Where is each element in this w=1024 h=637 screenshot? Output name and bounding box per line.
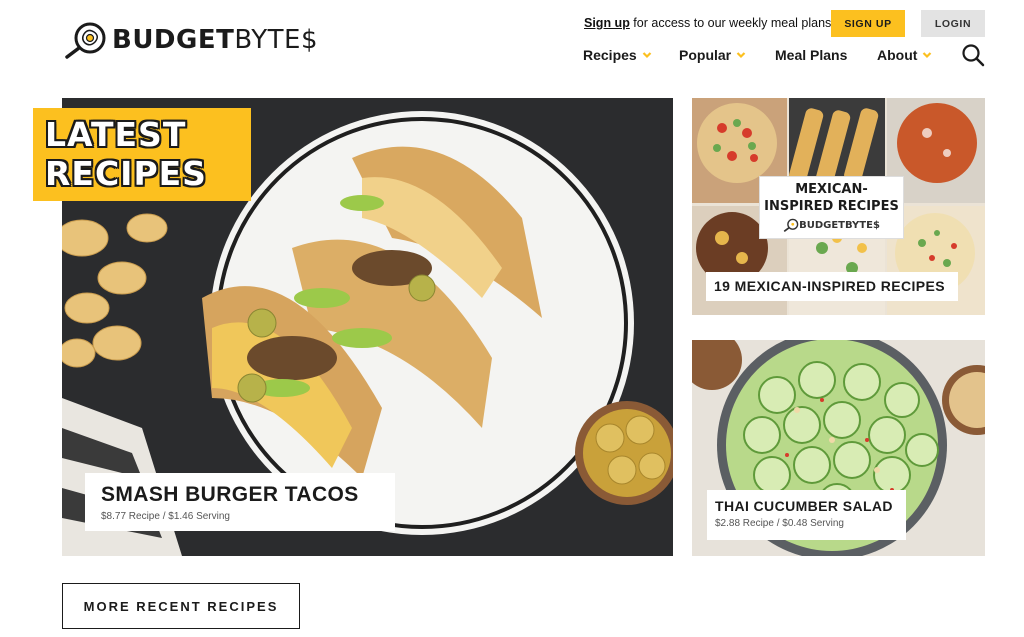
mexican-collection-overlay: MEXICAN- INSPIRED RECIPES BUDGETBYTE$ [759,176,904,239]
logo-wordmark: BUDGETBYTE$ [112,25,318,55]
logo-wordmark-light: BYTE$ [234,25,319,55]
featured-recipe-title: SMASH BURGER TACOS [101,483,359,506]
signup-button[interactable]: SIGN UP [831,10,905,37]
chevron-down-icon [642,52,651,59]
chevron-down-icon [736,52,746,59]
mexican-recipes-title: 19 MEXICAN-INSPIRED RECIPES [714,278,945,294]
overlay-brand: BUDGETBYTE$ [760,218,903,232]
nav-item-label: Meal Plans [775,47,848,63]
signup-promo-text: for access to our weekly meal plans [629,16,832,30]
nav-item-label: Popular [679,47,732,63]
overlay-line-1: MEXICAN- [795,182,868,197]
nav-item-recipes[interactable]: Recipes [583,46,652,64]
frying-pan-egg-icon [65,22,106,59]
more-recent-recipes-button[interactable]: MORE RECENT RECIPES [62,583,300,629]
overlay-line-2: INSPIRED RECIPES [764,199,899,214]
featured-recipe-cost: $8.77 Recipe / $1.46 Serving [101,511,230,522]
thai-cucumber-salad-cost: $2.88 Recipe / $0.48 Serving [715,518,844,529]
featured-recipe-label[interactable]: SMASH BURGER TACOS $8.77 Recipe / $1.46 … [85,473,395,531]
nav-item-label: About [877,47,918,63]
badge-line-2: RECIPES [45,154,207,193]
login-button[interactable]: LOGIN [921,10,985,37]
nav-item-about[interactable]: About [877,46,932,64]
nav-item-popular[interactable]: Popular [679,46,746,64]
frying-pan-egg-icon [783,218,799,232]
thai-cucumber-salad-label[interactable]: THAI CUCUMBER SALAD $2.88 Recipe / $0.48… [707,490,906,540]
signup-link[interactable]: Sign up [584,16,630,30]
badge-line-1: LATEST [45,115,187,154]
search-icon[interactable] [961,43,985,67]
overlay-brand-text: BUDGETBYTE$ [799,219,880,231]
site-logo[interactable]: BUDGETBYTE$ [62,20,318,60]
thai-cucumber-salad-title: THAI CUCUMBER SALAD [715,498,893,514]
mexican-recipes-label[interactable]: 19 MEXICAN-INSPIRED RECIPES [706,272,958,301]
chevron-down-icon [923,52,932,59]
signup-promo: Sign up for access to our weekly meal pl… [584,16,831,30]
latest-recipes-badge: LATEST RECIPES [33,108,251,201]
nav-item-meal-plans[interactable]: Meal Plans [775,46,847,64]
logo-wordmark-bold: BUDGET [112,25,235,55]
nav-item-label: Recipes [583,47,637,63]
